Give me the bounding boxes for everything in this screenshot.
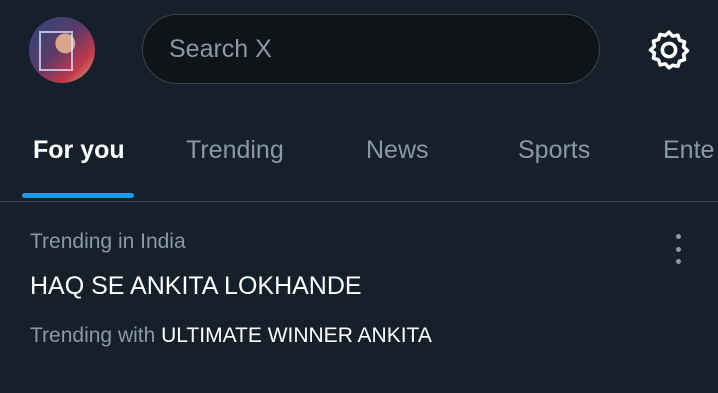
tab-news[interactable]: News — [366, 136, 429, 165]
profile-avatar[interactable] — [29, 17, 95, 83]
search-input[interactable] — [167, 33, 571, 65]
more-vertical-icon[interactable] — [668, 234, 688, 264]
trend-item[interactable]: Trending in India HAQ SE ANKITA LOKHANDE… — [0, 202, 718, 393]
trend-related: Trending with ULTIMATE WINNER ANKITA — [30, 324, 432, 348]
trend-context: Trending in India — [30, 230, 186, 253]
gear-icon[interactable] — [648, 29, 690, 71]
trend-related-name[interactable]: ULTIMATE WINNER ANKITA — [161, 324, 432, 347]
avatar-frame-decoration — [39, 31, 73, 71]
search-bar[interactable] — [142, 14, 600, 84]
top-bar — [0, 0, 718, 100]
explore-tabs: For you Trending News Sports Ente — [0, 118, 718, 202]
tab-for-you[interactable]: For you — [33, 136, 125, 165]
active-tab-indicator — [22, 193, 134, 198]
tab-trending[interactable]: Trending — [186, 136, 284, 165]
trend-title: HAQ SE ANKITA LOKHANDE — [30, 272, 362, 300]
tab-sports[interactable]: Sports — [518, 136, 590, 165]
tab-entertainment[interactable]: Ente — [663, 136, 714, 165]
trend-related-prefix: Trending with — [30, 324, 156, 347]
